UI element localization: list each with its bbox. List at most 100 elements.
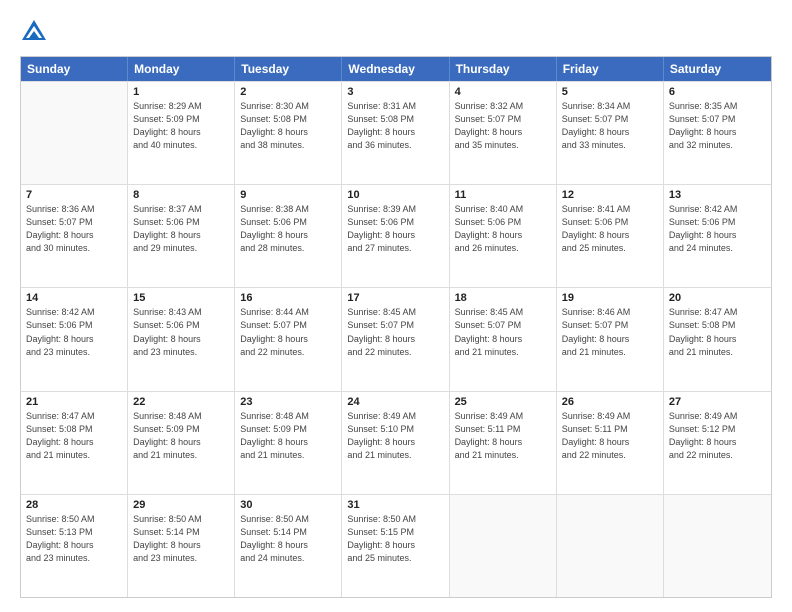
day-number: 30 <box>240 499 336 511</box>
day-number: 9 <box>240 189 336 201</box>
calendar-row: 28Sunrise: 8:50 AMSunset: 5:13 PMDayligh… <box>21 494 771 597</box>
calendar: SundayMondayTuesdayWednesdayThursdayFrid… <box>20 56 772 598</box>
day-number: 25 <box>455 396 551 408</box>
calendar-row: 7 Sunrise: 8:36 AMSunset: 5:07 PMDaylight… <box>21 184 771 287</box>
calendar-cell: 13Sunrise: 8:42 AMSunset: 5:06 PMDayligh… <box>664 185 771 287</box>
day-number: 5 <box>562 86 658 98</box>
calendar-cell: 9Sunrise: 8:38 AMSunset: 5:06 PMDaylight… <box>235 185 342 287</box>
calendar-cell: 7 Sunrise: 8:36 AMSunset: 5:07 PMDaylight… <box>21 185 128 287</box>
day-number: 22 <box>133 396 229 408</box>
day-info: Sunrise: 8:44 AMSunset: 5:07 PMDaylight:… <box>240 306 336 358</box>
weekday-header: Tuesday <box>235 57 342 81</box>
day-number: 3 <box>347 86 443 98</box>
calendar-cell: 19 Sunrise: 8:46 AMSunset: 5:07 PMDayligh… <box>557 288 664 390</box>
calendar-cell: 14 Sunrise: 8:42 AMSunset: 5:06 PMDayligh… <box>21 288 128 390</box>
day-number: 16 <box>240 292 336 304</box>
day-info: Sunrise: 8:36 AMSunset: 5:07 PMDaylight:… <box>26 203 122 255</box>
day-number: 27 <box>669 396 766 408</box>
calendar-cell: 10Sunrise: 8:39 AMSunset: 5:06 PMDayligh… <box>342 185 449 287</box>
calendar-cell: 21 Sunrise: 8:47 AMSunset: 5:08 PMDayligh… <box>21 392 128 494</box>
day-info: Sunrise: 8:48 AMSunset: 5:09 PMDaylight:… <box>240 410 336 462</box>
day-info: Sunrise: 8:50 AMSunset: 5:14 PMDaylight:… <box>133 513 229 565</box>
day-number: 4 <box>455 86 551 98</box>
day-number: 28 <box>26 499 122 511</box>
day-info: Sunrise: 8:49 AMSunset: 5:12 PMDaylight:… <box>669 410 766 462</box>
calendar-cell <box>450 495 557 597</box>
calendar-cell: 31 Sunrise: 8:50 AMSunset: 5:15 PMDayligh… <box>342 495 449 597</box>
day-number: 11 <box>455 189 551 201</box>
day-info: Sunrise: 8:49 AMSunset: 5:11 PMDaylight:… <box>455 410 551 462</box>
calendar-cell: 6 Sunrise: 8:35 AMSunset: 5:07 PMDaylight… <box>664 82 771 184</box>
day-number: 13 <box>669 189 766 201</box>
logo <box>20 18 52 46</box>
day-info: Sunrise: 8:42 AMSunset: 5:06 PMDaylight:… <box>26 306 122 358</box>
day-info: Sunrise: 8:41 AMSunset: 5:06 PMDaylight:… <box>562 203 658 255</box>
calendar-cell: 2 Sunrise: 8:30 AMSunset: 5:08 PMDaylight… <box>235 82 342 184</box>
calendar-cell: 3 Sunrise: 8:31 AMSunset: 5:08 PMDaylight… <box>342 82 449 184</box>
day-info: Sunrise: 8:35 AMSunset: 5:07 PMDaylight:… <box>669 100 766 152</box>
calendar-cell: 24Sunrise: 8:49 AMSunset: 5:10 PMDayligh… <box>342 392 449 494</box>
day-number: 14 <box>26 292 122 304</box>
day-number: 26 <box>562 396 658 408</box>
calendar-row: 14 Sunrise: 8:42 AMSunset: 5:06 PMDayligh… <box>21 287 771 390</box>
calendar-cell: 25 Sunrise: 8:49 AMSunset: 5:11 PMDayligh… <box>450 392 557 494</box>
weekday-header: Friday <box>557 57 664 81</box>
calendar-cell: 17Sunrise: 8:45 AMSunset: 5:07 PMDayligh… <box>342 288 449 390</box>
calendar-cell <box>557 495 664 597</box>
calendar-cell: 4Sunrise: 8:32 AMSunset: 5:07 PMDaylight… <box>450 82 557 184</box>
logo-icon <box>20 18 48 46</box>
calendar-cell: 26 Sunrise: 8:49 AMSunset: 5:11 PMDayligh… <box>557 392 664 494</box>
day-info: Sunrise: 8:31 AMSunset: 5:08 PMDaylight:… <box>347 100 443 152</box>
day-number: 1 <box>133 86 229 98</box>
day-info: Sunrise: 8:30 AMSunset: 5:08 PMDaylight:… <box>240 100 336 152</box>
calendar-row: 21 Sunrise: 8:47 AMSunset: 5:08 PMDayligh… <box>21 391 771 494</box>
calendar-cell: 27 Sunrise: 8:49 AMSunset: 5:12 PMDayligh… <box>664 392 771 494</box>
day-number: 12 <box>562 189 658 201</box>
day-info: Sunrise: 8:37 AMSunset: 5:06 PMDaylight:… <box>133 203 229 255</box>
day-info: Sunrise: 8:45 AMSunset: 5:07 PMDaylight:… <box>455 306 551 358</box>
day-info: Sunrise: 8:45 AMSunset: 5:07 PMDaylight:… <box>347 306 443 358</box>
day-info: Sunrise: 8:46 AMSunset: 5:07 PMDaylight:… <box>562 306 658 358</box>
weekday-header: Monday <box>128 57 235 81</box>
day-number: 19 <box>562 292 658 304</box>
calendar-cell: 22 Sunrise: 8:48 AMSunset: 5:09 PMDayligh… <box>128 392 235 494</box>
day-number: 18 <box>455 292 551 304</box>
day-number: 6 <box>669 86 766 98</box>
day-info: Sunrise: 8:43 AMSunset: 5:06 PMDaylight:… <box>133 306 229 358</box>
day-info: Sunrise: 8:40 AMSunset: 5:06 PMDaylight:… <box>455 203 551 255</box>
calendar-cell: 12 Sunrise: 8:41 AMSunset: 5:06 PMDayligh… <box>557 185 664 287</box>
page: SundayMondayTuesdayWednesdayThursdayFrid… <box>0 0 792 612</box>
calendar-header: SundayMondayTuesdayWednesdayThursdayFrid… <box>21 57 771 81</box>
calendar-cell: 18 Sunrise: 8:45 AMSunset: 5:07 PMDayligh… <box>450 288 557 390</box>
calendar-cell <box>21 82 128 184</box>
day-number: 20 <box>669 292 766 304</box>
day-info: Sunrise: 8:47 AMSunset: 5:08 PMDaylight:… <box>669 306 766 358</box>
calendar-cell: 23 Sunrise: 8:48 AMSunset: 5:09 PMDayligh… <box>235 392 342 494</box>
calendar-cell: 30 Sunrise: 8:50 AMSunset: 5:14 PMDayligh… <box>235 495 342 597</box>
day-number: 7 <box>26 189 122 201</box>
calendar-cell: 28Sunrise: 8:50 AMSunset: 5:13 PMDayligh… <box>21 495 128 597</box>
day-number: 31 <box>347 499 443 511</box>
day-info: Sunrise: 8:50 AMSunset: 5:14 PMDaylight:… <box>240 513 336 565</box>
day-number: 21 <box>26 396 122 408</box>
day-info: Sunrise: 8:50 AMSunset: 5:15 PMDaylight:… <box>347 513 443 565</box>
weekday-header: Wednesday <box>342 57 449 81</box>
calendar-cell: 29 Sunrise: 8:50 AMSunset: 5:14 PMDayligh… <box>128 495 235 597</box>
day-info: Sunrise: 8:47 AMSunset: 5:08 PMDaylight:… <box>26 410 122 462</box>
day-info: Sunrise: 8:39 AMSunset: 5:06 PMDaylight:… <box>347 203 443 255</box>
weekday-header: Saturday <box>664 57 771 81</box>
day-number: 23 <box>240 396 336 408</box>
day-info: Sunrise: 8:48 AMSunset: 5:09 PMDaylight:… <box>133 410 229 462</box>
header <box>20 18 772 46</box>
day-number: 2 <box>240 86 336 98</box>
day-number: 29 <box>133 499 229 511</box>
weekday-header: Sunday <box>21 57 128 81</box>
day-info: Sunrise: 8:29 AMSunset: 5:09 PMDaylight:… <box>133 100 229 152</box>
calendar-row: 1 Sunrise: 8:29 AMSunset: 5:09 PMDaylight… <box>21 81 771 184</box>
calendar-cell: 16 Sunrise: 8:44 AMSunset: 5:07 PMDayligh… <box>235 288 342 390</box>
day-info: Sunrise: 8:49 AMSunset: 5:11 PMDaylight:… <box>562 410 658 462</box>
calendar-body: 1 Sunrise: 8:29 AMSunset: 5:09 PMDaylight… <box>21 81 771 597</box>
weekday-header: Thursday <box>450 57 557 81</box>
day-info: Sunrise: 8:34 AMSunset: 5:07 PMDaylight:… <box>562 100 658 152</box>
calendar-cell: 8Sunrise: 8:37 AMSunset: 5:06 PMDaylight… <box>128 185 235 287</box>
